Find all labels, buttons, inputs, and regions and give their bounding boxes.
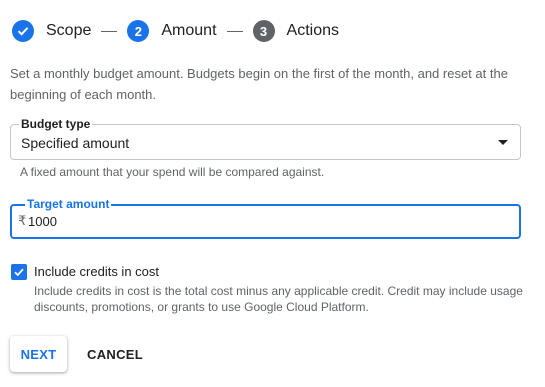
next-button[interactable]: NEXT: [10, 336, 67, 372]
step-3-number: 3: [252, 20, 275, 42]
budget-type-select[interactable]: Budget type Specified amount: [10, 116, 521, 160]
step-2-number: 2: [127, 20, 150, 42]
include-credits-label[interactable]: Include credits in cost: [34, 264, 159, 279]
description-text: Set a monthly budget amount. Budgets beg…: [10, 66, 508, 102]
step-3-label: Actions: [286, 22, 339, 39]
cancel-button[interactable]: CANCEL: [80, 336, 150, 372]
step-separator: [101, 30, 118, 32]
step-2-label: Amount: [161, 22, 217, 39]
target-amount-label: Target amount: [25, 196, 112, 212]
stepper: Scope 2 Amount 3 Actions: [12, 19, 339, 43]
budget-type-label: Budget type: [19, 116, 93, 132]
checkmark-icon: [14, 268, 24, 277]
step-1-label[interactable]: Scope: [46, 22, 91, 40]
budget-type-hint: A fixed amount that your spend will be c…: [20, 165, 325, 179]
target-amount-input[interactable]: [28, 211, 428, 231]
dropdown-arrow-icon[interactable]: [498, 140, 508, 145]
include-credits-help: Include credits in cost is the total cos…: [34, 284, 523, 314]
budget-type-value: Specified amount: [21, 135, 130, 151]
step-separator: [226, 30, 243, 32]
include-credits-checkbox[interactable]: [11, 264, 27, 280]
target-amount-field[interactable]: Target amount ₹: [10, 196, 521, 239]
step-1-check-icon: [12, 20, 34, 42]
currency-symbol: ₹: [18, 213, 27, 228]
